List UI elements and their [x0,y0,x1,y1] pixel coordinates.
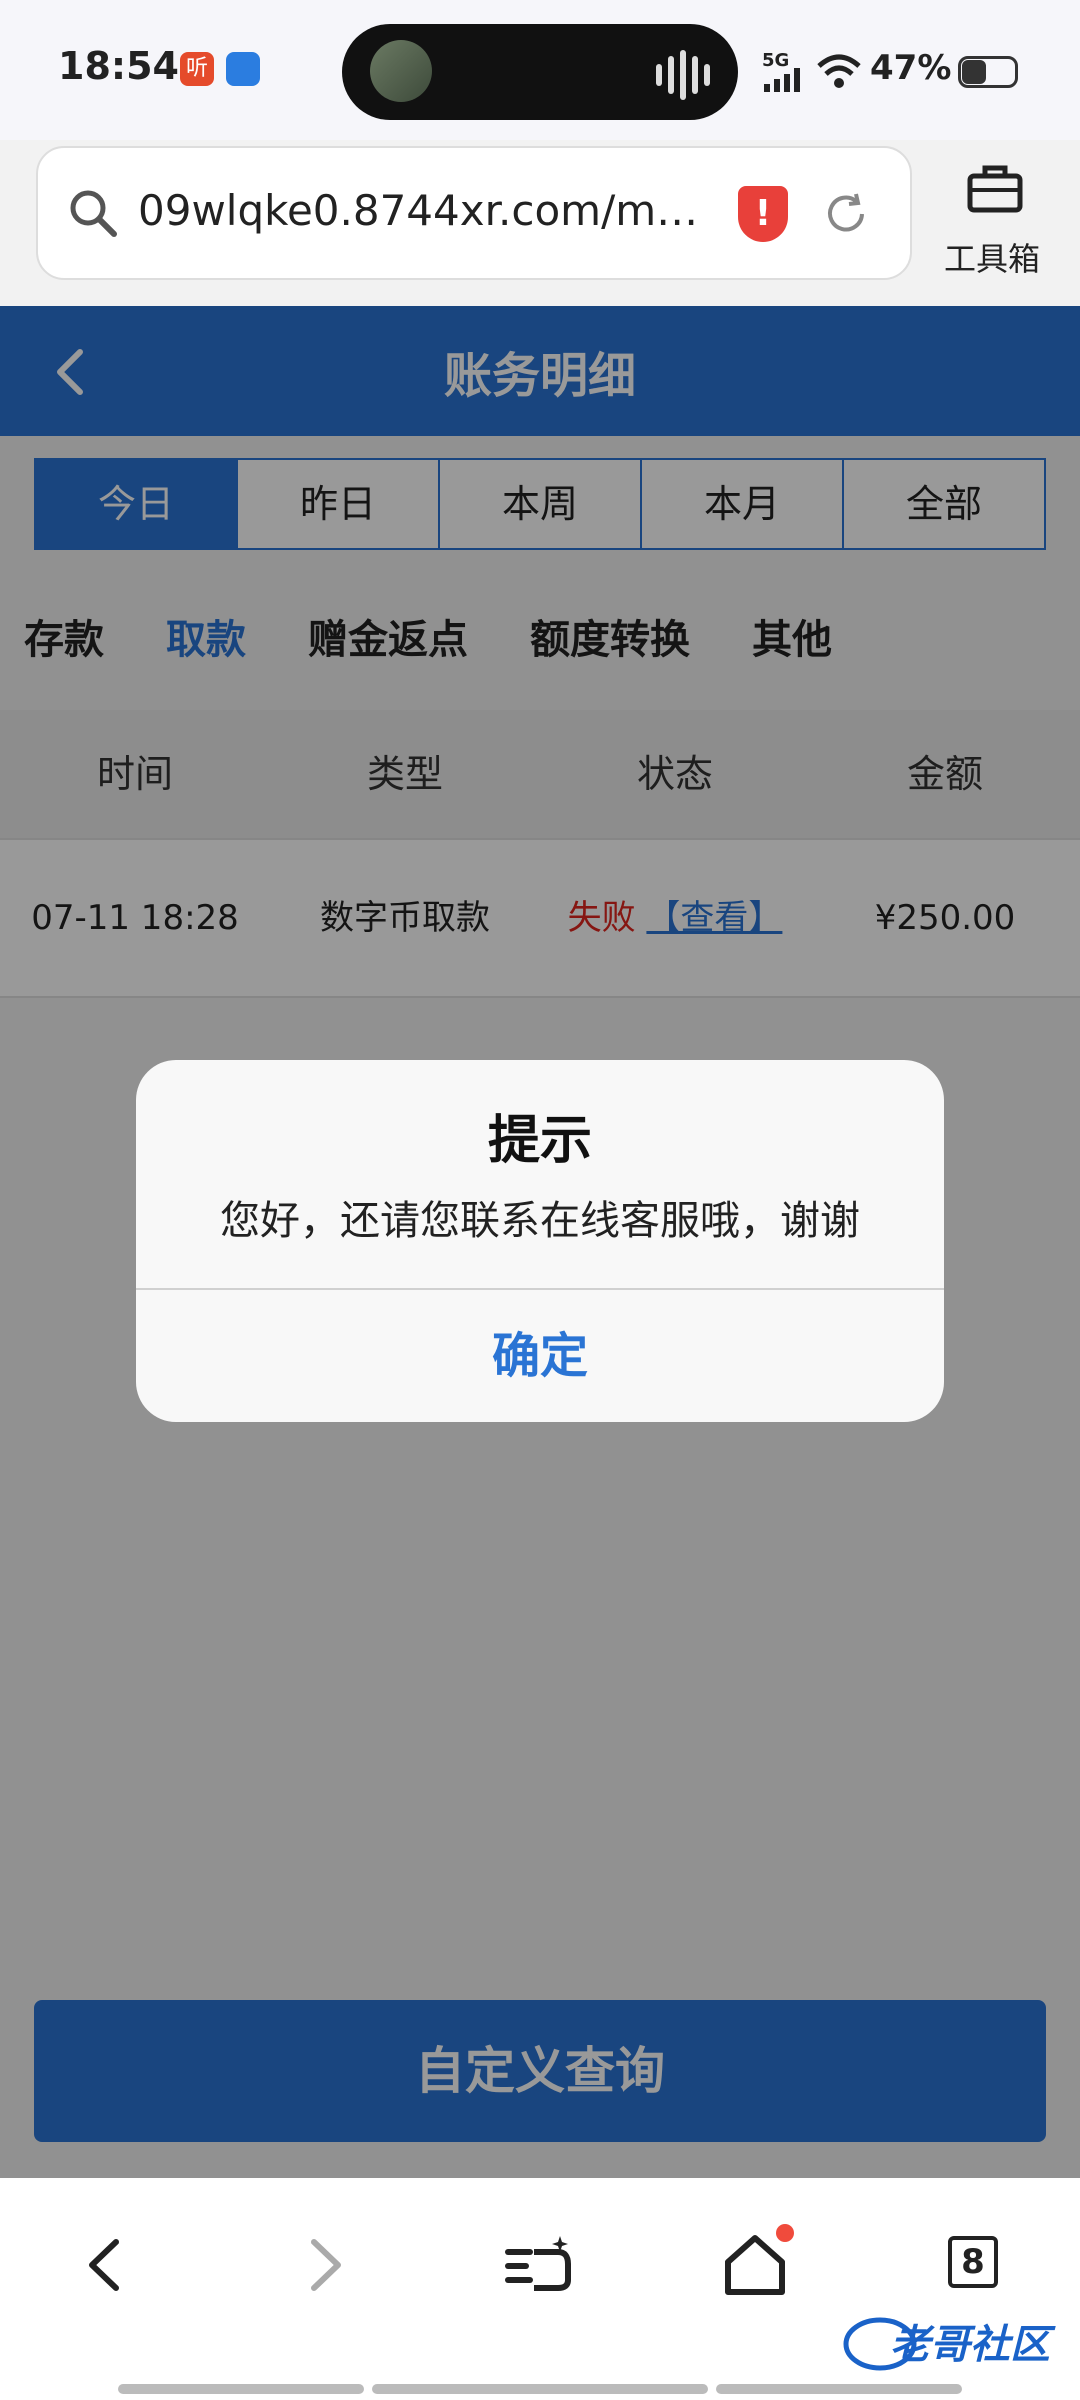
tabs-count-icon[interactable]: 8 [948,2236,998,2288]
audio-wave-icon [704,64,710,86]
home-indicator [372,2384,708,2394]
cell-signal-icon [764,68,800,92]
confirm-button[interactable]: 确定 [136,1290,944,1422]
home-indicator [118,2384,364,2394]
watermark-text: 老哥社区 [890,2322,1050,2368]
dialog-message: 您好，还请您联系在线客服哦，谢谢 [220,1198,860,1244]
menu-ai-icon[interactable] [504,2230,574,2300]
toolbox-icon[interactable] [966,162,1024,214]
search-icon [70,190,117,237]
forward-nav-icon[interactable] [290,2230,360,2300]
security-warning-shield-icon[interactable]: ! [738,186,788,242]
audio-wave-icon [656,64,662,86]
home-indicator [716,2384,962,2394]
battery-level [962,60,986,84]
url-text[interactable]: 09wlqke0.8744xr.com/m… [138,186,698,235]
notification-dot [776,2224,794,2242]
dialog-title: 提示 [487,1111,592,1171]
listen-app-icon: 听 [180,52,214,86]
audio-wave-icon [692,56,698,94]
search-app-icon [226,52,260,86]
wifi-icon [817,54,861,88]
audio-wave-icon [680,50,686,100]
battery-percent: 47% [870,48,952,88]
reload-icon[interactable] [822,190,870,238]
back-nav-icon[interactable] [70,2230,140,2300]
audio-wave-icon [668,56,674,94]
status-time: 18:54 [58,44,179,88]
media-avatar [370,40,432,102]
toolbox-label[interactable]: 工具箱 [944,234,1040,280]
